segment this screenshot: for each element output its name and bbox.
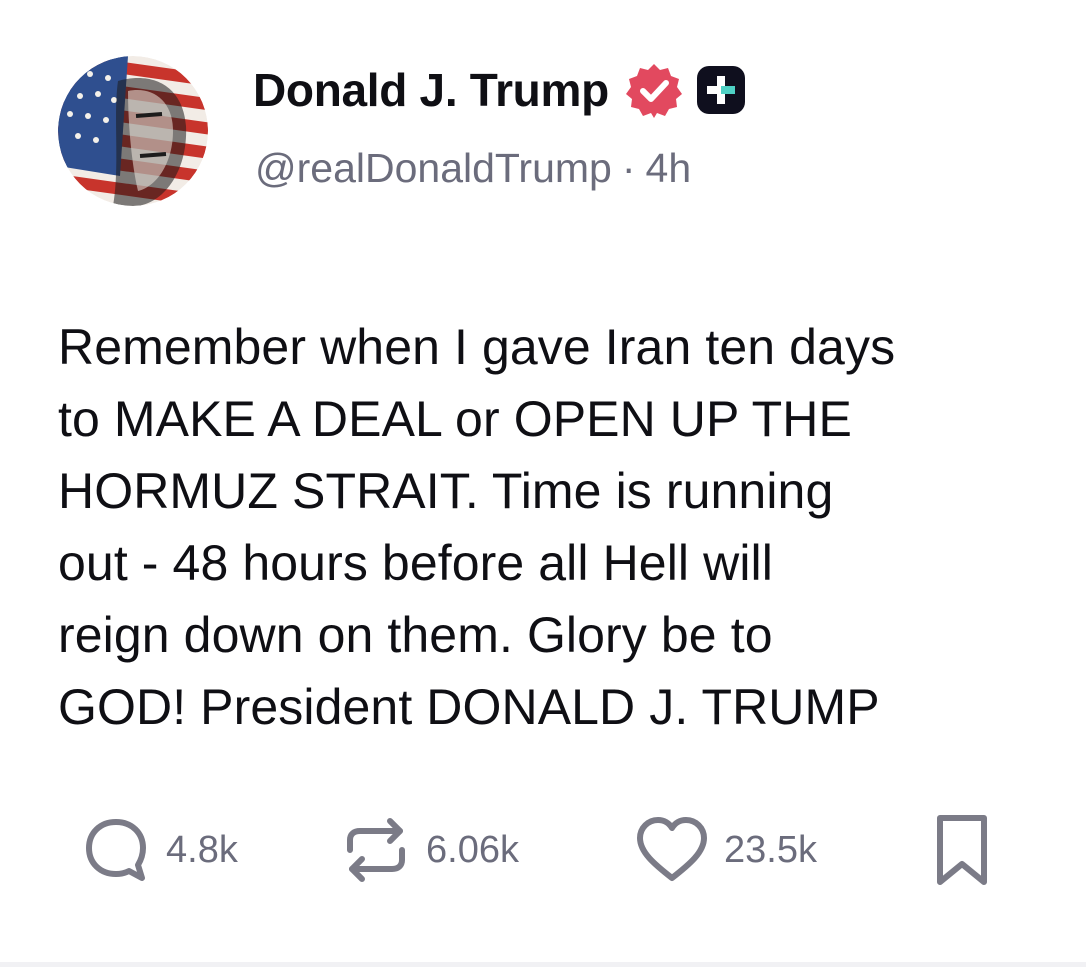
avatar-portrait-image	[58, 56, 208, 206]
reply-count: 4.8k	[166, 828, 238, 871]
post-actions-bar: 4.8k 6.06k 23.5k	[0, 812, 1086, 888]
reply-button[interactable]: 4.8k	[80, 812, 238, 888]
author-meta-row: @realDonaldTrump · 4h	[255, 145, 691, 192]
author-handle[interactable]: @realDonaldTrump	[255, 145, 612, 191]
meta-separator: ·	[621, 145, 636, 191]
heart-icon	[637, 817, 707, 881]
author-display-name[interactable]: Donald J. Trump	[253, 63, 609, 117]
repost-icon	[347, 818, 405, 882]
post-card: Donald J. Trump @realDonaldTrump · 4h Reme…	[0, 0, 1086, 967]
avatar[interactable]	[58, 56, 208, 206]
verified-badge-icon	[625, 61, 683, 119]
bookmark-icon	[937, 815, 987, 885]
author-name-row: Donald J. Trump	[253, 60, 747, 120]
repost-count: 6.06k	[426, 828, 519, 871]
post-timestamp[interactable]: 4h	[646, 145, 692, 191]
like-count: 23.5k	[724, 828, 817, 871]
post-text: Remember when I gave Iran ten days to MA…	[58, 319, 896, 735]
bookmark-button[interactable]	[932, 812, 992, 888]
reply-bubble-icon	[86, 819, 146, 881]
truth-plus-icon[interactable]	[695, 64, 747, 116]
repost-button[interactable]: 6.06k	[340, 812, 519, 888]
like-button[interactable]: 23.5k	[634, 812, 817, 888]
bottom-divider	[0, 962, 1086, 967]
